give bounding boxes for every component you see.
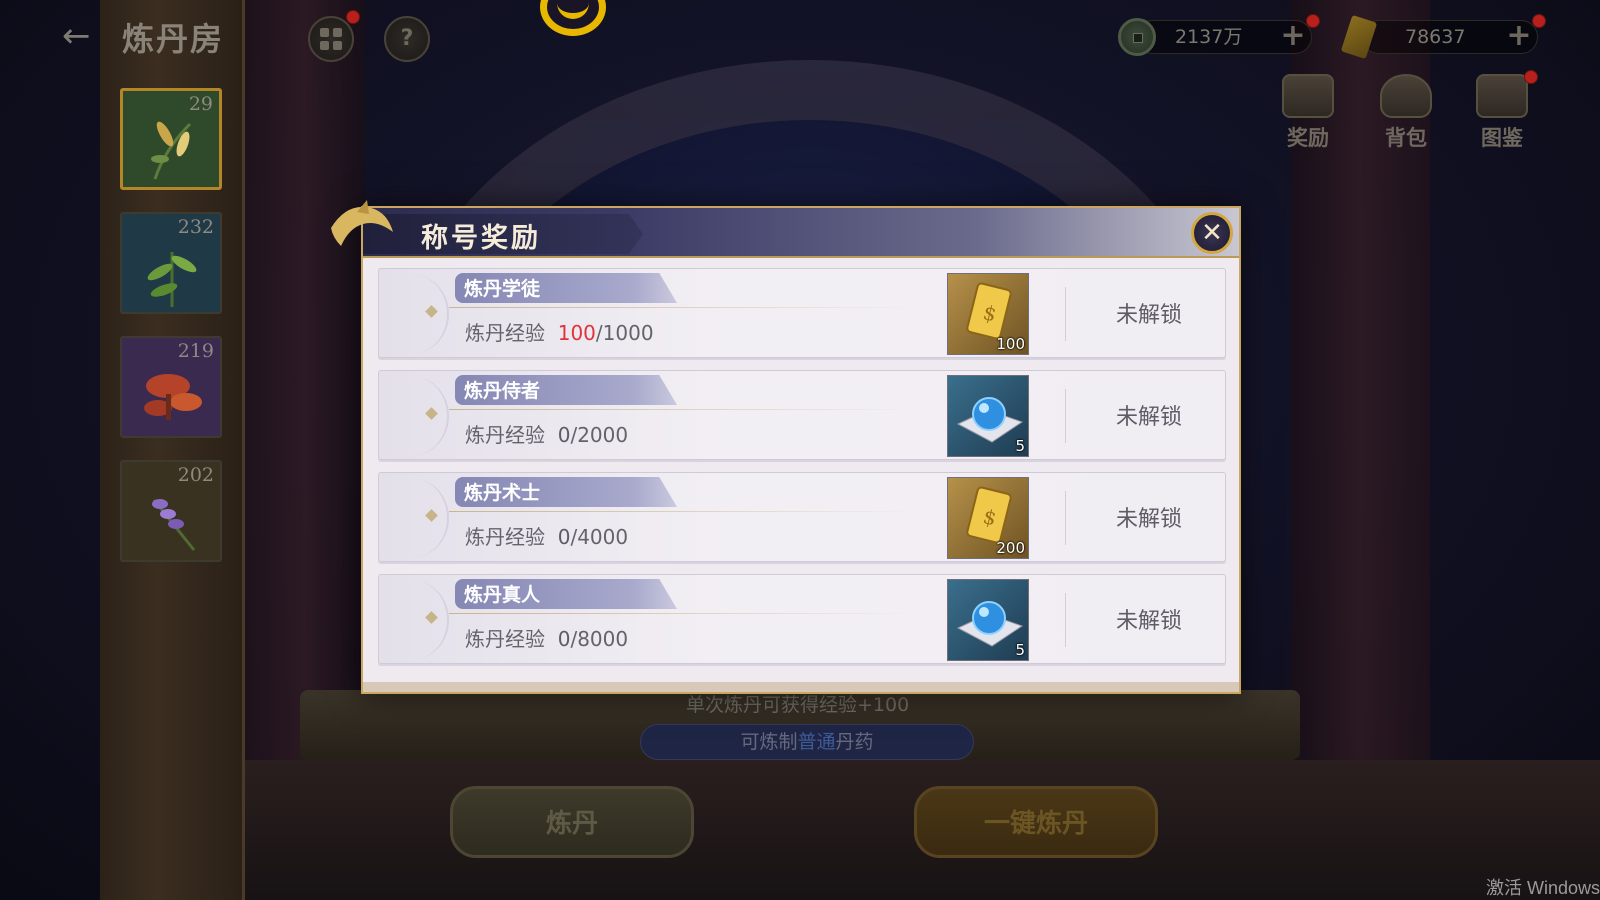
- title-reward-dialog: 称号奖励 ✕ 炼丹学徒 炼丹经验 100/1000 $ 100 未解锁 炼丹侍者: [331, 200, 1241, 694]
- menu-label: 奖励: [1287, 125, 1329, 150]
- lavender-herb-icon: [152, 499, 196, 551]
- rank-title: 炼丹学徒: [464, 278, 541, 300]
- one-click-refine-button[interactable]: 一键炼丹: [914, 786, 1158, 858]
- rank-title: 炼丹侍者: [464, 380, 541, 402]
- recipe-info: 可炼制普通丹药: [640, 724, 974, 760]
- back-arrow-icon[interactable]: ←: [62, 16, 102, 56]
- exp-current: 100: [557, 321, 596, 345]
- dialog-header: 称号奖励 ✕: [331, 200, 1239, 258]
- exp-current: 0: [557, 525, 571, 549]
- exp-requirement: 炼丹经验 0/2000: [465, 419, 628, 448]
- add-tickets-button[interactable]: +: [1504, 21, 1534, 52]
- row-ornament: [379, 479, 449, 557]
- reward-item[interactable]: $ 100: [947, 273, 1029, 355]
- reward-row: 炼丹术士 炼丹经验 0/4000 $ 200 未解锁: [378, 472, 1226, 562]
- herb-count: 202: [177, 464, 214, 486]
- windows-activation-watermark: 激活 Windows: [1485, 878, 1600, 898]
- lock-status: 未解锁: [1115, 405, 1182, 430]
- exp-requirement: 炼丹经验 100/1000: [465, 317, 654, 346]
- menu-codex[interactable]: 图鉴: [1462, 74, 1542, 154]
- herb-slot-2[interactable]: 232: [120, 212, 222, 314]
- notification-dot: [346, 10, 360, 24]
- notification-dot: [1532, 14, 1546, 28]
- rank-title: 炼丹术士: [464, 482, 541, 504]
- reward-quantity: 100: [996, 335, 1025, 353]
- exp-target: /4000: [570, 525, 629, 549]
- row-ornament: [379, 581, 449, 659]
- ticket-amount: 78637: [1405, 26, 1466, 48]
- menu-label: 图鉴: [1481, 125, 1523, 150]
- lingzhi-mushroom-icon: [144, 374, 202, 420]
- row-ornament: [379, 275, 449, 353]
- copper-coin-icon: [1118, 18, 1156, 56]
- menu-bag[interactable]: 背包: [1366, 74, 1446, 154]
- lock-status: 未解锁: [1115, 609, 1182, 634]
- reward-row: 炼丹侍者 炼丹经验 0/2000 5 未解锁: [378, 370, 1226, 460]
- help-button[interactable]: ?: [384, 16, 430, 62]
- close-button[interactable]: ✕: [1191, 212, 1233, 254]
- row-rule: [449, 613, 919, 614]
- rank-title: 炼丹真人: [464, 584, 541, 606]
- exp-label: 炼丹经验: [465, 321, 545, 345]
- reward-quantity: 5: [1015, 437, 1025, 455]
- menu-label: 背包: [1385, 125, 1427, 150]
- divider: [1065, 593, 1066, 647]
- divider: [1065, 491, 1066, 545]
- lock-status: 未解锁: [1115, 507, 1182, 532]
- dragon-ornament-icon: [331, 200, 393, 246]
- notification-dot: [1524, 70, 1538, 84]
- exp-target: /2000: [570, 423, 629, 447]
- herb-slot-1[interactable]: 29: [120, 88, 222, 190]
- herb-count: 232: [177, 216, 214, 238]
- cards-icon: [1476, 74, 1528, 118]
- refine-button[interactable]: 炼丹: [450, 786, 694, 858]
- exp-target: /8000: [570, 627, 629, 651]
- row-rule: [449, 307, 919, 308]
- reward-item[interactable]: 5: [947, 579, 1029, 661]
- notification-dot: [1306, 14, 1320, 28]
- exp-label: 炼丹经验: [465, 525, 545, 549]
- recipe-prefix: 可炼制: [740, 731, 798, 753]
- lock-status: 未解锁: [1115, 303, 1182, 328]
- reward-quantity: 5: [1015, 641, 1025, 659]
- reward-item[interactable]: $ 200: [947, 477, 1029, 559]
- divider: [1065, 287, 1066, 341]
- dialog-title: 称号奖励: [421, 223, 541, 254]
- grid-icon: [320, 28, 342, 50]
- coin-amount: 2137万: [1175, 26, 1243, 48]
- honeysuckle-herb-icon: [151, 121, 192, 180]
- book-icon: [1282, 74, 1334, 118]
- reward-quantity: 200: [996, 539, 1025, 557]
- reward-row: 炼丹真人 炼丹经验 0/8000 5 未解锁: [378, 574, 1226, 664]
- exp-requirement: 炼丹经验 0/8000: [465, 623, 628, 652]
- add-coins-button[interactable]: +: [1278, 21, 1308, 52]
- grid-menu-button[interactable]: [308, 16, 354, 62]
- exp-label: 炼丹经验: [465, 627, 545, 651]
- recipe-suffix: 丹药: [835, 731, 874, 753]
- herb-slot-4[interactable]: 202: [120, 460, 222, 562]
- row-rule: [449, 511, 919, 512]
- exp-hint: 单次炼丹可获得经验+100: [686, 694, 910, 716]
- reward-item[interactable]: 5: [947, 375, 1029, 457]
- recipe-type: 普通: [797, 731, 836, 753]
- exp-requirement: 炼丹经验 0/4000: [465, 521, 628, 550]
- herb-count: 219: [177, 340, 214, 362]
- menu-reward[interactable]: 奖励: [1268, 74, 1348, 154]
- row-rule: [449, 409, 919, 410]
- page-title: 炼丹房: [122, 20, 225, 58]
- row-ornament: [379, 377, 449, 455]
- exp-current: 0: [557, 627, 571, 651]
- exp-target: /1000: [595, 321, 654, 345]
- reward-row: 炼丹学徒 炼丹经验 100/1000 $ 100 未解锁: [378, 268, 1226, 358]
- herb-count: 29: [188, 93, 213, 115]
- divider: [1065, 389, 1066, 443]
- exp-label: 炼丹经验: [465, 423, 545, 447]
- close-icon: ✕: [1201, 218, 1223, 248]
- pouch-icon: [1380, 74, 1432, 118]
- exp-current: 0: [557, 423, 571, 447]
- curtain-left: [245, 0, 365, 760]
- herb-slot-3[interactable]: 219: [120, 336, 222, 438]
- dialog-footer-bar: [363, 682, 1239, 692]
- green-herb-icon: [147, 252, 197, 307]
